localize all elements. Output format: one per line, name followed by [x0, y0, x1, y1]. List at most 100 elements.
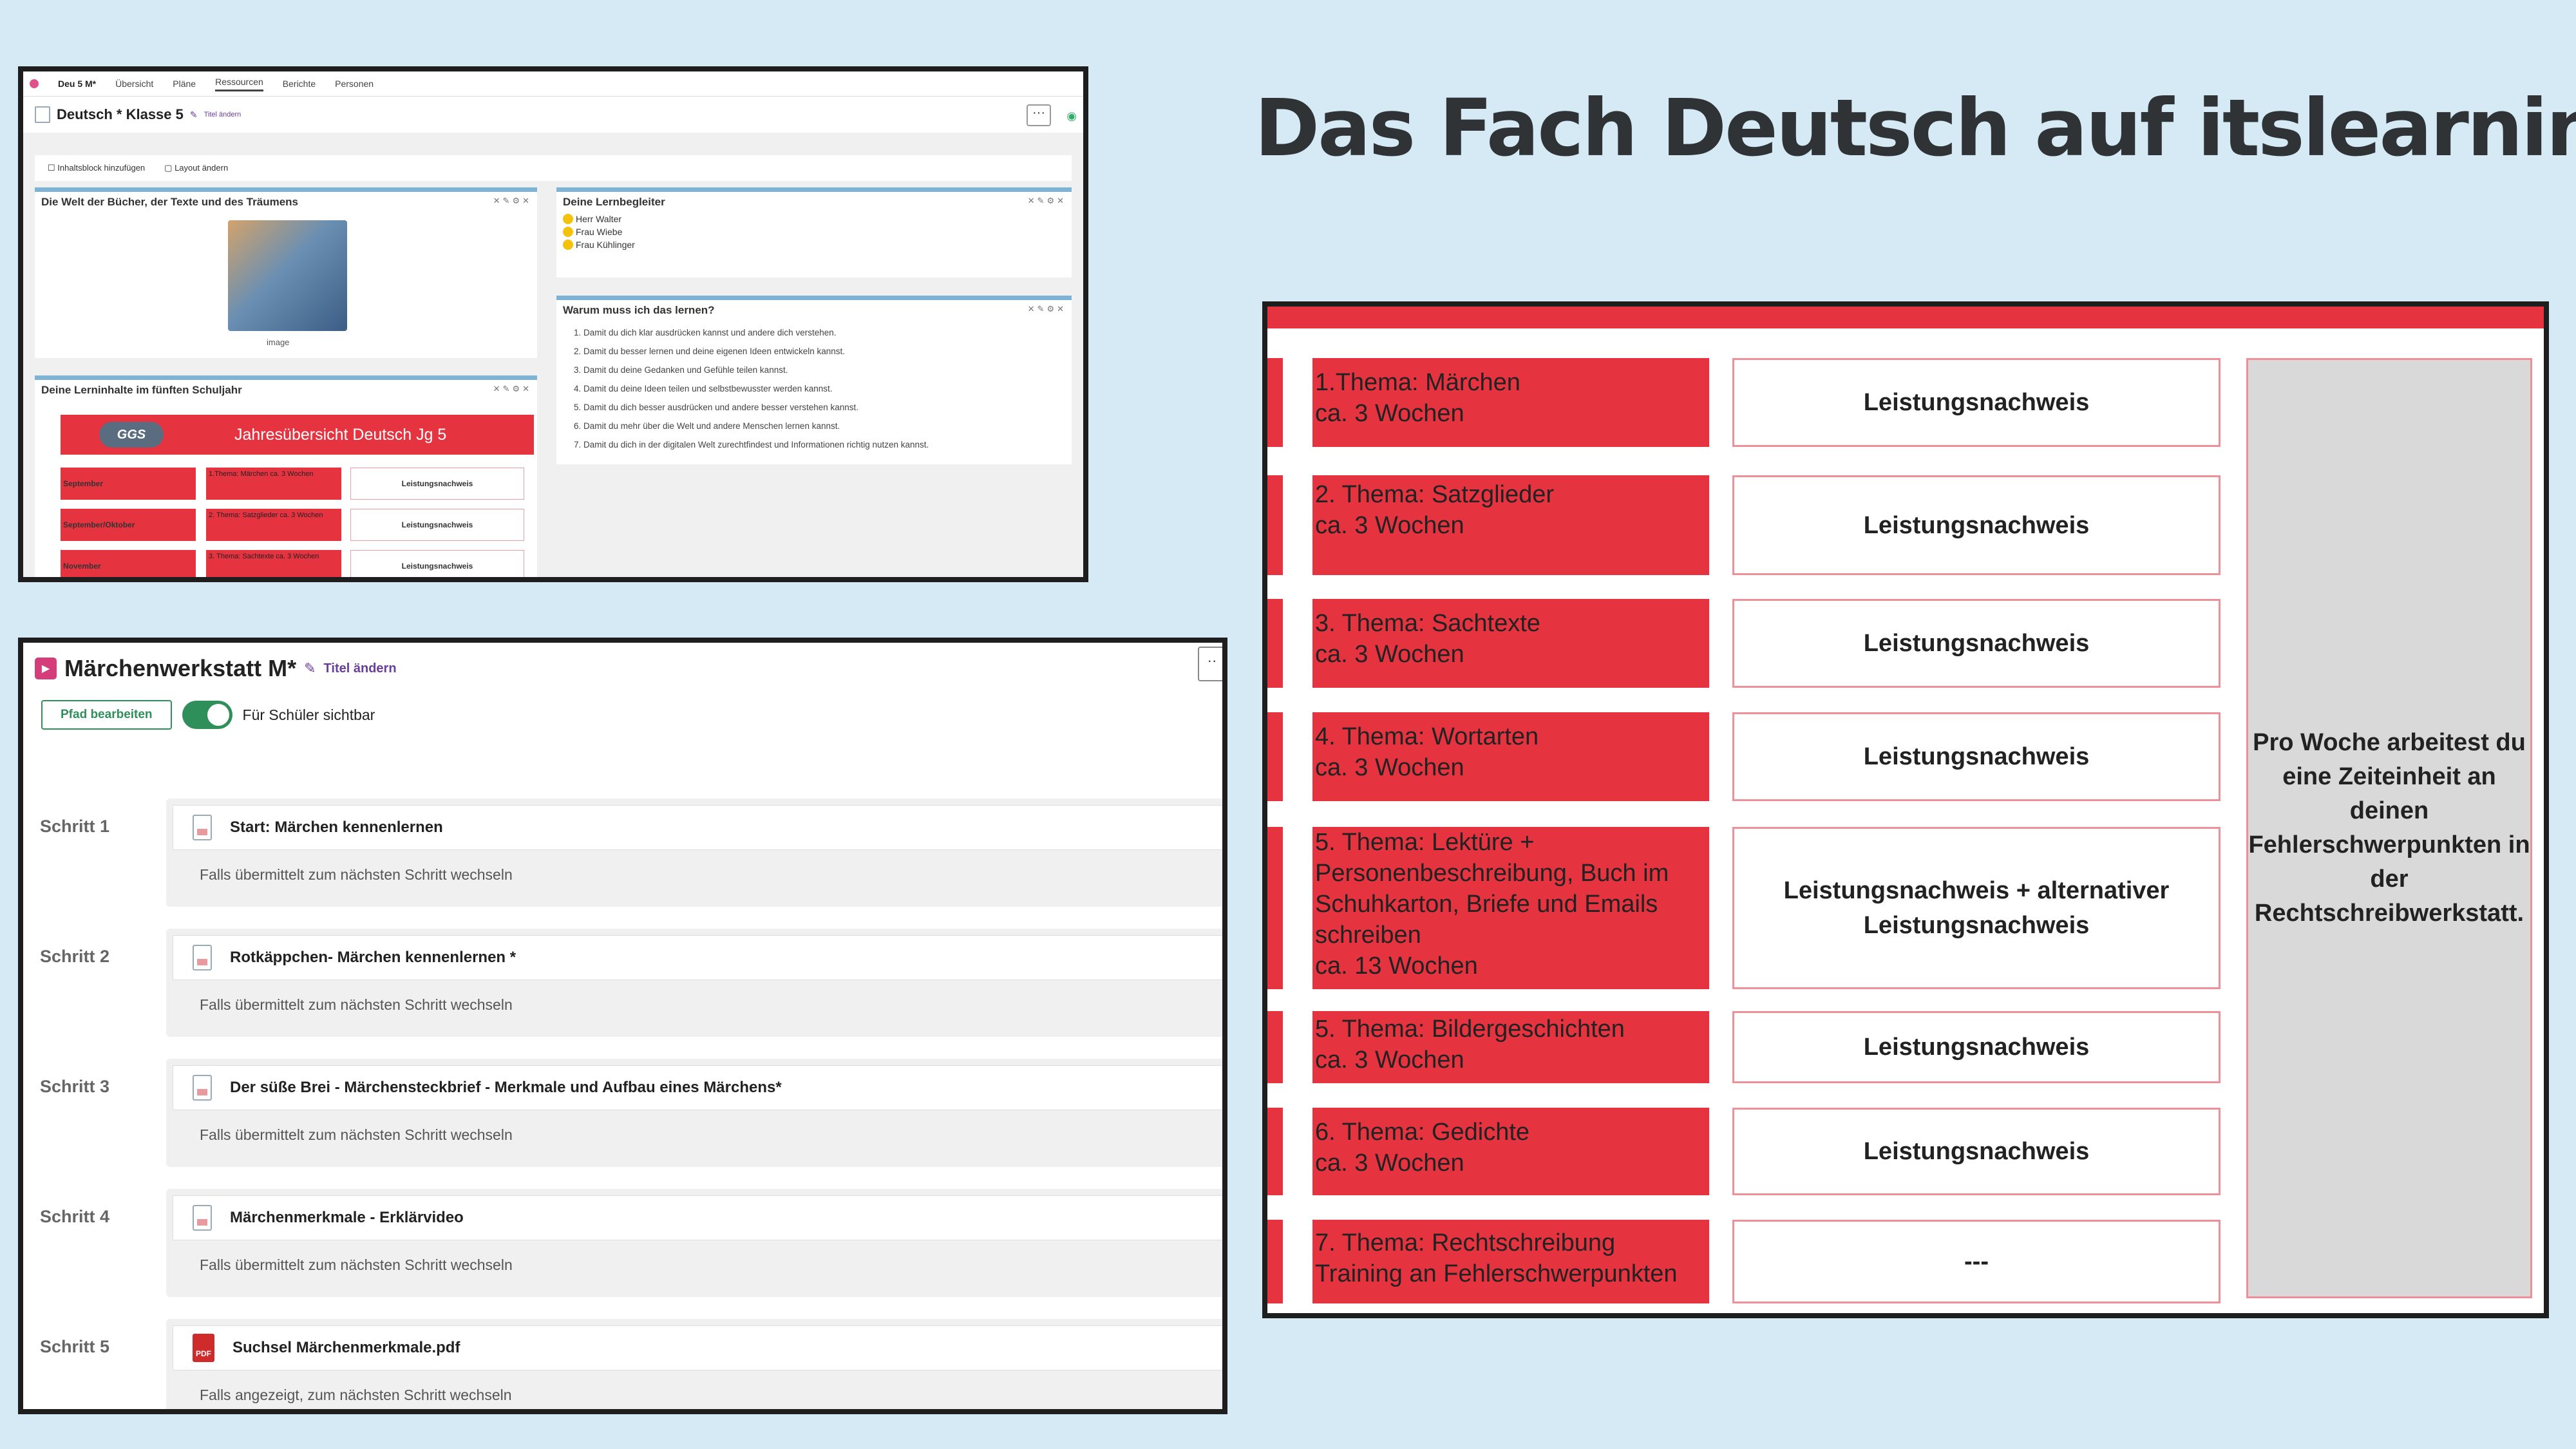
course-top-nav: Deu 5 M* Übersicht Pläne Ressourcen Beri…	[23, 71, 1083, 97]
rename-link[interactable]: Titel ändern	[204, 111, 242, 118]
topic-cell: 5. Thema: Bildergeschichten ca. 3 Wochen	[1312, 1011, 1709, 1083]
course-page-title: Deutsch * Klasse 5	[57, 106, 184, 122]
widget-tools-icon[interactable]: ✕✎⚙✕	[493, 384, 532, 394]
tab-overview[interactable]: Übersicht	[115, 79, 153, 89]
step-name: Start: Märchen kennenlernen	[230, 819, 443, 836]
topic-text: 6. Thema: Gedichte ca. 3 Wochen	[1315, 1119, 1530, 1177]
topic-text: 4. Thema: Wortarten ca. 3 Wochen	[1315, 723, 1539, 781]
step-condition: Falls angezeigt, zum nächsten Schritt we…	[200, 1387, 512, 1403]
step-label: Schritt 4	[40, 1207, 110, 1226]
companion-name: Frau Wiebe	[576, 227, 623, 237]
step-box: Märchenmerkmale - Erklärvideo Falls über…	[166, 1189, 1222, 1297]
overview-topic: 3. Thema: Sachtexte ca. 3 Wochen	[206, 550, 341, 577]
learning-path-screenshot: ▶ Märchenwerkstatt M* ✎ Titel ändern ·· …	[18, 638, 1227, 1414]
tab-plans[interactable]: Pläne	[173, 79, 196, 89]
step-condition: Falls übermittelt zum nächsten Schritt w…	[200, 866, 513, 883]
pencil-icon[interactable]: ✎	[304, 660, 316, 677]
companion-item: Herr Walter	[556, 213, 1072, 225]
assessment-cell: Leistungsnachweis + alternativer Leistun…	[1732, 827, 2221, 989]
topic-text: 5. Thema: Lektüre + Personenbeschreibung…	[1315, 829, 1669, 980]
widget-title: Deine Lerninhalte im fünften Schuljahr	[41, 384, 242, 396]
rename-link[interactable]: Titel ändern	[324, 661, 397, 676]
topic-cell: 2. Thema: Satzglieder ca. 3 Wochen	[1312, 475, 1709, 575]
path-step: Schritt 1 Start: Märchen kennenlernen Fa…	[23, 799, 1222, 917]
step-name: Suchsel Märchenmerkmale.pdf	[232, 1339, 460, 1356]
step-box: Der süße Brei - Märchensteckbrief - Merk…	[166, 1059, 1222, 1167]
overview-assessment: Leistungsnachweis	[350, 468, 524, 500]
topic-cell: 5. Thema: Lektüre + Personenbeschreibung…	[1312, 827, 1709, 989]
path-step: Schritt 4 Märchenmerkmale - Erklärvideo …	[23, 1189, 1222, 1307]
companion-item: Frau Kühlinger	[556, 238, 1072, 251]
page-toolbar: ☐ Inhaltsblock hinzufügen ▢ Layout änder…	[35, 155, 1072, 181]
path-title: Märchenwerkstatt M*	[64, 655, 297, 681]
widget-tools-icon[interactable]: ✕✎⚙✕	[493, 196, 532, 206]
visibility-toggle[interactable]	[182, 701, 232, 729]
month-column-edge	[1267, 827, 1283, 989]
page-title: Das Fach Deutsch auf itslearning	[1255, 82, 2576, 174]
step-box: Start: Märchen kennenlernen Falls übermi…	[166, 799, 1222, 907]
course-name[interactable]: Deu 5 M*	[58, 79, 96, 89]
reason-item: Damit du besser lernen und deine eigenen…	[583, 342, 1072, 361]
spelling-workshop-note: Pro Woche arbeitest du eine Zeiteinheit …	[2246, 358, 2532, 1298]
year-plan-table-screenshot: 1.Thema: Märchen ca. 3 Wochen Leistungsn…	[1262, 301, 2549, 1318]
topic-text: 3. Thema: Sachtexte ca. 3 Wochen	[1315, 610, 1540, 668]
overview-assessment: Leistungsnachweis	[350, 550, 524, 577]
assessment-cell: Leistungsnachweis	[1732, 599, 2221, 688]
table-top-bar	[1267, 307, 2544, 328]
path-step: Schritt 5 PDF Suchsel Märchenmerkmale.pdf…	[23, 1319, 1222, 1409]
topic-text: 1.Thema: Märchen ca. 3 Wochen	[1315, 369, 1520, 427]
topic-cell: 3. Thema: Sachtexte ca. 3 Wochen	[1312, 599, 1709, 688]
reading-children-image	[228, 220, 347, 331]
step-card[interactable]: Märchenmerkmale - Erklärvideo	[173, 1195, 1222, 1240]
topic-cell: 7. Thema: Rechtschreibung Training an Fe…	[1312, 1220, 1709, 1303]
eye-icon[interactable]: ◉	[1066, 109, 1077, 123]
step-card[interactable]: PDF Suchsel Märchenmerkmale.pdf	[173, 1325, 1222, 1370]
step-name: Märchenmerkmale - Erklärvideo	[230, 1209, 464, 1226]
smiley-icon	[563, 240, 573, 250]
topic-text: 2. Thema: Satzglieder ca. 3 Wochen	[1315, 481, 1555, 539]
month-column-edge	[1267, 475, 1283, 575]
assessment-cell: Leistungsnachweis	[1732, 1011, 2221, 1083]
course-header: Deutsch * Klasse 5 ✎ Titel ändern ··· ◉	[23, 97, 1083, 133]
tab-reports[interactable]: Berichte	[283, 79, 316, 89]
image-caption: image	[267, 337, 290, 347]
step-card[interactable]: Rotkäppchen- Märchen kennenlernen *	[173, 935, 1222, 980]
topic-text: 5. Thema: Bildergeschichten ca. 3 Wochen	[1315, 1016, 1625, 1074]
topic-cell: 4. Thema: Wortarten ca. 3 Wochen	[1312, 712, 1709, 801]
reason-list: Damit du dich klar ausdrücken kannst und…	[567, 323, 1072, 454]
pdf-icon: PDF	[193, 1334, 214, 1362]
more-options-button[interactable]: ··	[1198, 647, 1222, 681]
smiley-icon	[563, 214, 573, 224]
smiley-icon	[563, 227, 573, 237]
course-page-screenshot: Deu 5 M* Übersicht Pläne Ressourcen Beri…	[18, 66, 1088, 582]
month-column-edge	[1267, 358, 1283, 447]
more-options-button[interactable]: ···	[1027, 104, 1051, 126]
document-icon	[193, 815, 212, 840]
companion-name: Herr Walter	[576, 214, 622, 224]
month-column-edge	[1267, 1011, 1283, 1083]
pencil-icon[interactable]: ✎	[190, 109, 198, 120]
tab-resources[interactable]: Ressourcen	[215, 77, 263, 91]
reason-item: Damit du deine Gedanken und Gefühle teil…	[583, 361, 1072, 379]
visibility-label: Für Schüler sichtbar	[242, 706, 375, 723]
change-layout-button[interactable]: ▢ Layout ändern	[164, 163, 228, 173]
add-block-button[interactable]: ☐ Inhaltsblock hinzufügen	[48, 163, 145, 173]
widget-title: Die Welt der Bücher, der Texte und des T…	[41, 196, 298, 208]
step-card[interactable]: Start: Märchen kennenlernen	[173, 805, 1222, 850]
topic-cell: 1.Thema: Märchen ca. 3 Wochen	[1312, 358, 1709, 447]
month-column-edge	[1267, 599, 1283, 688]
widget-tools-icon[interactable]: ✕✎⚙✕	[1028, 304, 1066, 314]
path-step: Schritt 2 Rotkäppchen- Märchen kennenler…	[23, 929, 1222, 1047]
tab-people[interactable]: Personen	[335, 79, 374, 89]
widget-title: Warum muss ich das lernen?	[563, 304, 715, 316]
widget-why: Warum muss ich das lernen? ✕✎⚙✕ Damit du…	[556, 296, 1072, 464]
edit-path-button[interactable]: Pfad bearbeiten	[41, 700, 172, 730]
reason-item: Damit du dich in der digitalen Welt zure…	[583, 435, 1072, 454]
topic-text: 7. Thema: Rechtschreibung Training an Fe…	[1315, 1229, 1678, 1287]
widget-content: Deine Lerninhalte im fünften Schuljahr ✕…	[35, 375, 537, 577]
step-card[interactable]: Der süße Brei - Märchensteckbrief - Merk…	[173, 1065, 1222, 1110]
step-condition: Falls übermittelt zum nächsten Schritt w…	[200, 1126, 513, 1143]
step-box: PDF Suchsel Märchenmerkmale.pdf Falls ang…	[166, 1319, 1222, 1409]
widget-tools-icon[interactable]: ✕✎⚙✕	[1028, 196, 1066, 206]
step-name: Der süße Brei - Märchensteckbrief - Merk…	[230, 1079, 782, 1096]
